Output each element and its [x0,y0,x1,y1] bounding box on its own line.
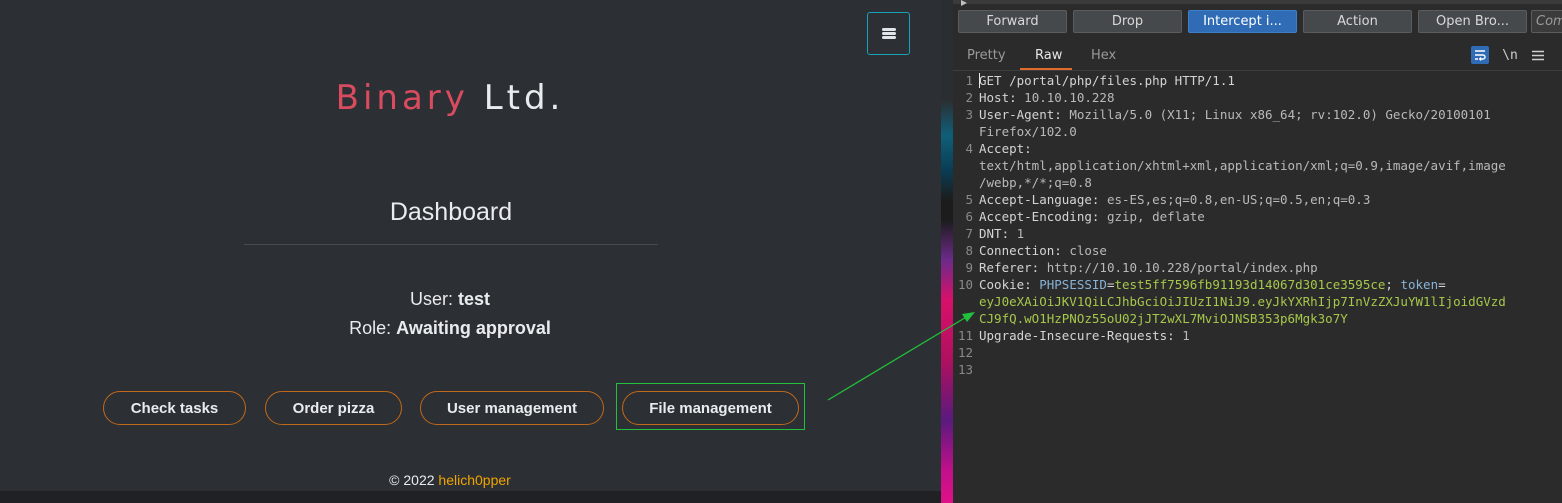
request-line: GET /portal/php/files.php HTTP/1.1 [979,73,1235,88]
header-upgrade-insecure-requests: Upgrade-Insecure-Requests: 1 [979,327,1190,344]
footer-copyright: © 2022 [389,472,435,488]
line-number: 1 [965,73,973,88]
header-cookie: Cookie: PHPSESSID=test5ff7596fb91193d140… [979,277,1446,292]
title-divider [244,244,658,245]
panel-top-edge [953,0,1562,6]
header-value: 1 [1009,226,1025,241]
header-accept-language: Accept-Language: es-ES,es;q=0.8,en-US;q=… [979,191,1370,208]
site-logo[interactable]: Binary Ltd. [0,78,900,118]
user-info: User: test [200,289,700,310]
header-accept-encoding: Accept-Encoding: gzip, deflate [979,208,1205,225]
header-name: User-Agent: [979,107,1062,122]
header-dnt: DNT: 1 [979,225,1024,242]
logo-suffix: Ltd. [483,78,565,118]
action-button[interactable]: Action [1303,10,1412,33]
header-value: Mozilla/5.0 (X11; Linux x86_64; rv:102.0… [1061,107,1491,122]
header-value: http://10.10.10.228/portal/index.php [1039,260,1318,275]
footer: © 2022 helich0pper [0,472,900,488]
line-number: 4 [965,141,973,156]
web-app-window: Binary Ltd. Dashboard User: test Role: A… [0,0,941,503]
header-value: close [1061,243,1107,258]
line-number: 7 [965,226,973,241]
desktop-wallpaper-strip [941,0,953,503]
header-name: Accept-Encoding: [979,209,1100,224]
highlight-box [616,383,805,430]
user-management-button[interactable]: User management [420,391,604,425]
collapse-arrow-icon[interactable] [961,0,967,6]
header-continuation: text/html,application/xhtml+xml,applicat… [979,158,1506,173]
line-number: 6 [965,209,973,224]
tab-pretty[interactable]: Pretty [967,48,1006,63]
header-name: Host: [979,90,1017,105]
comment-input[interactable]: Comm [1531,10,1562,33]
line-number: 9 [965,260,973,275]
line-number: 13 [957,362,973,377]
header-name: Accept: [979,141,1032,156]
line-number: 12 [957,345,973,360]
user-label: User: [409,289,453,309]
header-name: Upgrade-Insecure-Requests: [979,328,1175,343]
header-name: Referer: [979,260,1040,275]
tab-raw[interactable]: Raw [1035,48,1062,63]
page-title: Dashboard [389,198,513,226]
header-name: DNT: [979,226,1010,241]
horizontal-scrollbar[interactable] [0,491,941,503]
hamburger-icon [881,28,896,39]
header-name: Accept-Language: [979,192,1100,207]
cookie-key-phpsessid: PHPSESSID [1039,277,1107,292]
newline-toggle-icon[interactable]: \n [1500,46,1520,64]
header-value: 1 [1174,328,1190,343]
header-user-agent: User-Agent: Mozilla/5.0 (X11; Linux x86_… [979,106,1491,123]
raw-request-editor[interactable]: 1 2 3 4 5 6 7 8 9 10 11 12 13 GET /porta… [953,71,1562,503]
drop-button[interactable]: Drop [1073,10,1182,33]
intercept-toggle-button[interactable]: Intercept i... [1188,10,1297,33]
proxy-intercept-panel: Forward Drop Intercept i... Action Open … [953,0,1562,503]
line-number: 2 [965,90,973,105]
line-number: 3 [965,107,973,122]
header-continuation: /webp,*/*;q=0.8 [979,175,1092,190]
header-value: es-ES,es;q=0.8,en-US;q=0.5,en;q=0.3 [1099,192,1371,207]
menu-toggle-button[interactable] [867,12,910,55]
header-name: Cookie: [979,277,1032,292]
header-value: gzip, deflate [1099,209,1205,224]
line-number: 5 [965,192,973,207]
cookie-token-value: CJ9fQ.wO1HzPNOz55oU02jJT2wXL7MviOJNSB353… [979,311,1348,326]
tab-hex[interactable]: Hex [1091,48,1116,63]
role-info: Role: Awaiting approval [200,318,700,339]
line-number: 11 [957,328,973,343]
header-connection: Connection: close [979,242,1107,259]
header-host: Host: 10.10.10.228 [979,89,1114,106]
footer-author-link[interactable]: helich0pper [438,472,510,488]
logo-brand: Binary [335,78,469,118]
header-referer: Referer: http://10.10.10.228/portal/inde… [979,259,1318,276]
cookie-value-phpsessid: test5ff7596fb91193d14067d301ce3595ce [1114,277,1386,292]
header-accept: Accept: [979,140,1032,157]
menu-icon[interactable] [1530,46,1546,64]
wrap-lines-icon[interactable] [1471,46,1489,64]
cookie-key-token: token [1400,277,1439,292]
header-name: Connection: [979,243,1062,258]
header-continuation: Firefox/102.0 [979,124,1077,139]
order-pizza-button[interactable]: Order pizza [265,391,402,425]
open-browser-button[interactable]: Open Bro... [1418,10,1527,33]
role-label: Role: [349,318,392,338]
role-value: Awaiting approval [396,318,551,338]
active-tab-indicator [1020,68,1072,70]
line-number: 8 [965,243,973,258]
cookie-separator: ; [1385,277,1401,292]
user-value: test [458,289,491,309]
check-tasks-button[interactable]: Check tasks [103,391,246,425]
forward-button[interactable]: Forward [958,10,1067,33]
header-value: 10.10.10.228 [1016,90,1115,105]
line-number: 10 [957,277,973,292]
cookie-token-value: eyJ0eXAiOiJKV1QiLCJhbGciOiJIUzI1NiJ9.eyJ… [979,294,1506,309]
